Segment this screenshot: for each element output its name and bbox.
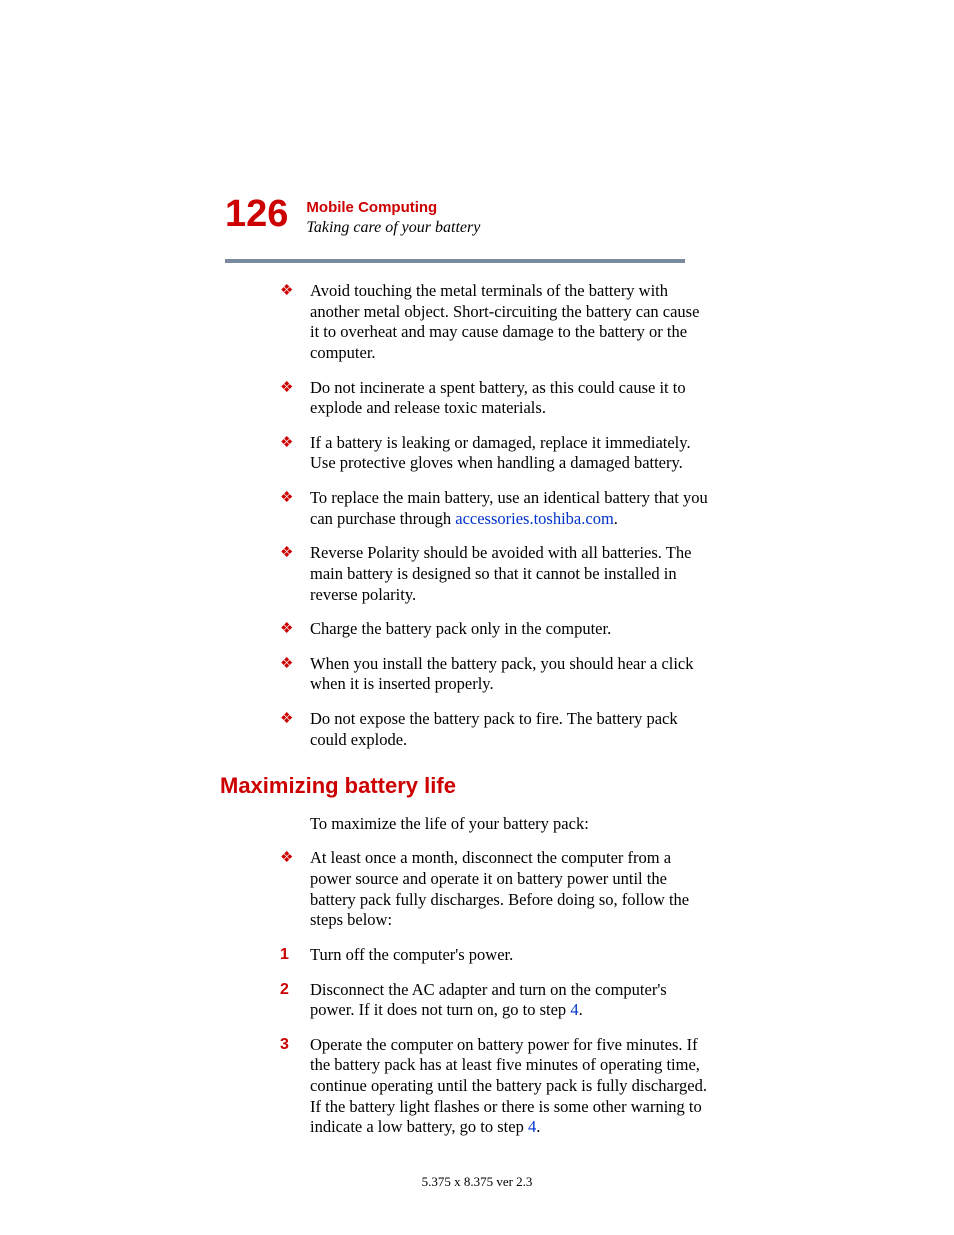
chapter-title: Mobile Computing (306, 199, 480, 217)
list-item: Reverse Polarity should be avoided with … (280, 543, 710, 605)
list-item: Charge the battery pack only in the comp… (280, 619, 710, 640)
page-header: 126 Mobile Computing Taking care of your… (225, 195, 824, 237)
step-number: 3 (280, 1035, 289, 1055)
bullet-text: When you install the battery pack, you s… (310, 654, 694, 694)
section-subtitle: Taking care of your battery (306, 219, 480, 237)
bullet-text: Charge the battery pack only in the comp… (310, 619, 611, 638)
bullet-text: Reverse Polarity should be avoided with … (310, 543, 691, 603)
list-item: 3 Operate the computer on battery power … (280, 1035, 710, 1138)
list-item: At least once a month, disconnect the co… (280, 848, 710, 931)
step-number: 1 (280, 945, 289, 965)
step-text-pre: Operate the computer on battery power fo… (310, 1035, 707, 1137)
list-item: 1 Turn off the computer's power. (280, 945, 710, 966)
accessories-link[interactable]: accessories.toshiba.com (455, 509, 614, 528)
section-heading-maximizing: Maximizing battery life (220, 772, 710, 800)
safety-bullet-list: Avoid touching the metal terminals of th… (280, 281, 710, 750)
steps-list: 1 Turn off the computer's power. 2 Disco… (280, 945, 710, 1138)
bullet-text-post: . (614, 509, 618, 528)
bullet-text: At least once a month, disconnect the co… (310, 848, 689, 929)
step-text-post: . (579, 1000, 583, 1019)
bullet-text: Do not incinerate a spent battery, as th… (310, 378, 686, 418)
bullet-text: Do not expose the battery pack to fire. … (310, 709, 678, 749)
list-item: Do not expose the battery pack to fire. … (280, 709, 710, 750)
step-text-post: . (536, 1117, 540, 1136)
list-item: Do not incinerate a spent battery, as th… (280, 378, 710, 419)
step-text-pre: Disconnect the AC adapter and turn on th… (310, 980, 667, 1020)
maxlife-bullet-list: At least once a month, disconnect the co… (280, 848, 710, 931)
step-link[interactable]: 4 (570, 1000, 578, 1019)
list-item: If a battery is leaking or damaged, repl… (280, 433, 710, 474)
bullet-text: If a battery is leaking or damaged, repl… (310, 433, 691, 473)
page-number: 126 (225, 195, 288, 233)
list-item: To replace the main battery, use an iden… (280, 488, 710, 529)
intro-paragraph: To maximize the life of your battery pac… (280, 814, 710, 835)
list-item: Avoid touching the metal terminals of th… (280, 281, 710, 364)
page-content: Avoid touching the metal terminals of th… (280, 281, 710, 1138)
header-divider (225, 259, 685, 263)
page-footer: 5.375 x 8.375 ver 2.3 (0, 1174, 954, 1190)
list-item: 2 Disconnect the AC adapter and turn on … (280, 980, 710, 1021)
document-page: 126 Mobile Computing Taking care of your… (0, 0, 954, 1235)
step-link[interactable]: 4 (528, 1117, 536, 1136)
step-text: Turn off the computer's power. (310, 945, 513, 964)
step-number: 2 (280, 980, 289, 1000)
header-text-block: Mobile Computing Taking care of your bat… (306, 195, 480, 237)
bullet-text: Avoid touching the metal terminals of th… (310, 281, 699, 362)
list-item: When you install the battery pack, you s… (280, 654, 710, 695)
